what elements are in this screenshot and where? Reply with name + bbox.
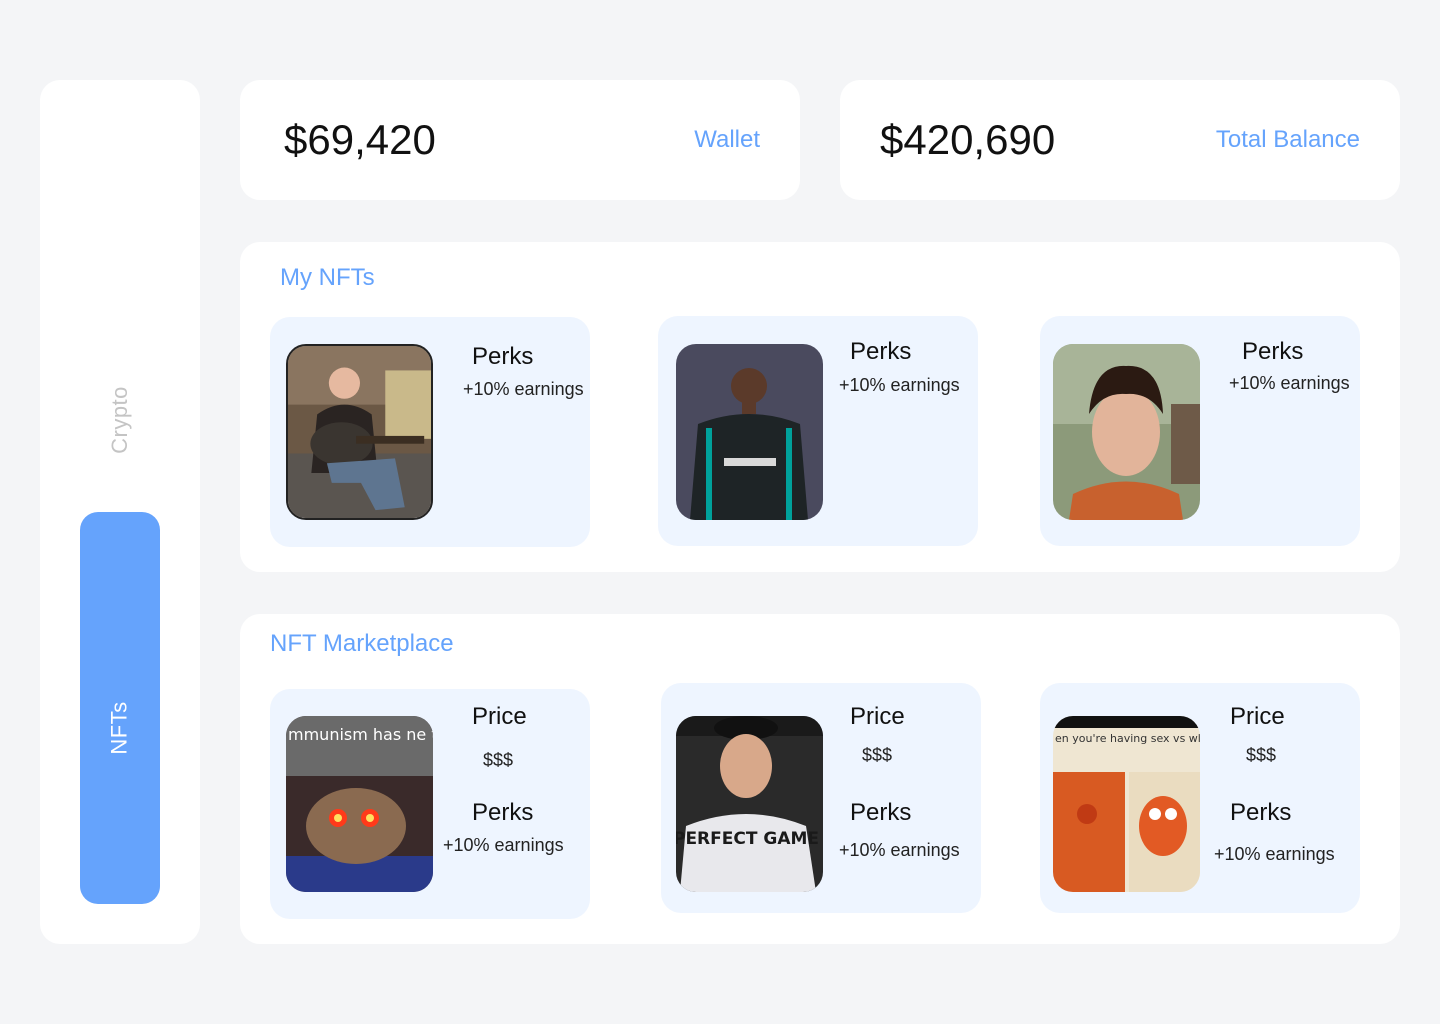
price-value: $$$ [862,745,893,765]
racing-driver-portrait-photo [676,344,823,520]
perks-value: +10% earnings [1214,844,1335,864]
my-nft-card[interactable]: Perks +10% earnings [1040,316,1360,546]
curly-haired-boy-selfie-photo [1053,344,1200,520]
man-with-guitar-photo [286,344,433,520]
nft-marketplace-panel: NFT Marketplace mmunism has ne tried Pri… [240,614,1400,944]
total-balance-amount: $420,690 [880,116,1056,163]
perfect-game-boy-photo: PERFECT GAME [676,716,823,892]
wallet-card: $69,420 Wallet [240,80,800,200]
meme-caption-text: mmunism has ne tried [288,725,433,744]
my-nfts-title: My NFTs [280,264,375,291]
price-label: Price [1230,703,1285,730]
perks-value: +10% earnings [839,840,960,860]
my-nfts-panel: My NFTs Perks +10% earnings Perks +10% e… [240,242,1400,572]
perks-value: +10% earnings [839,375,960,395]
deep-fried-meme-image: mmunism has ne tried [286,716,433,892]
perks-label: Perks [1242,338,1304,365]
spongebob-meme-image: en you're having sex vs wl u're meeting … [1053,716,1200,892]
meme-caption-text: en you're having sex vs wl u're meeting … [1055,732,1200,745]
my-nft-card[interactable]: Perks +10% earnings [270,317,590,547]
perks-value: +10% earnings [1229,373,1350,393]
total-balance-card: $420,690 Total Balance [840,80,1400,200]
my-nft-card[interactable]: Perks +10% earnings [658,316,978,546]
perks-label: Perks [472,799,534,826]
perks-value: +10% earnings [443,835,564,855]
marketplace-nft-card[interactable]: mmunism has ne tried Price $$$ Perks +10… [270,689,590,919]
sidebar: Crypto NFTs [40,80,200,944]
marketplace-nft-card[interactable]: en you're having sex vs wl u're meeting … [1040,683,1360,913]
price-label: Price [472,703,527,730]
perks-label: Perks [850,799,912,826]
wallet-link[interactable]: Wallet [694,126,760,154]
nft-marketplace-title: NFT Marketplace [270,630,454,657]
perks-label: Perks [850,338,912,365]
perks-value: +10% earnings [463,379,584,399]
price-value: $$$ [1246,745,1277,765]
price-label: Price [850,703,905,730]
price-value: $$$ [483,750,514,770]
perks-label: Perks [472,343,534,370]
sidebar-item-label: Crypto [106,386,132,454]
total-balance-link[interactable]: Total Balance [1216,126,1360,154]
sidebar-item-crypto[interactable]: Crypto [80,330,160,510]
sidebar-item-label: NFTs [106,701,132,755]
sidebar-item-nfts[interactable]: NFTs [80,512,160,904]
shirt-text: PERFECT GAME [676,829,819,849]
perks-label: Perks [1230,799,1292,826]
marketplace-nft-card[interactable]: PERFECT GAME Price $$$ Perks +10% earnin… [661,683,981,913]
wallet-amount: $69,420 [284,116,436,163]
